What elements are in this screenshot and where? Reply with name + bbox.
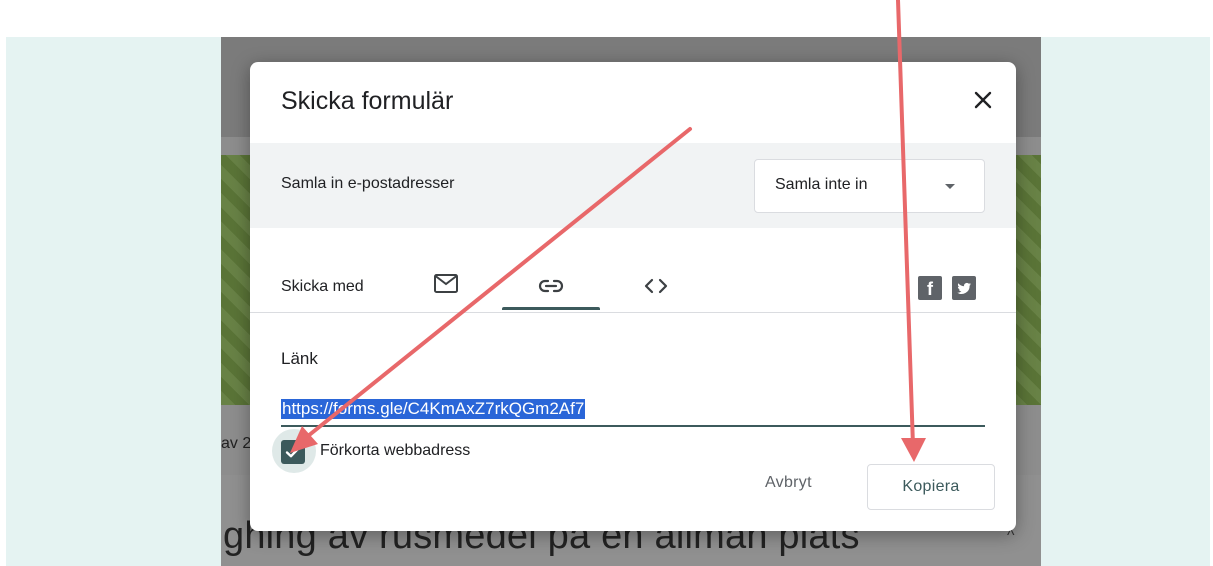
link-heading: Länk xyxy=(281,349,318,368)
background-text: av 2 xyxy=(221,435,252,452)
collect-emails-label: Samla in e-postadresser xyxy=(281,175,455,192)
mail-icon xyxy=(434,274,458,293)
active-tab-indicator xyxy=(502,307,600,310)
link-icon xyxy=(538,279,564,293)
checkmark-icon xyxy=(285,446,301,458)
send-form-dialog: Skicka formulär Samla in e-postadresser … xyxy=(250,62,1016,531)
twitter-icon[interactable] xyxy=(952,276,976,300)
facebook-icon[interactable]: f xyxy=(918,276,942,300)
tab-link[interactable] xyxy=(502,260,600,312)
close-icon[interactable] xyxy=(967,84,999,116)
collect-emails-select[interactable]: Samla inte in xyxy=(754,159,985,213)
chevron-down-icon xyxy=(945,184,955,189)
shorten-url-checkbox-focus-ring xyxy=(272,429,316,473)
shorten-url-label: Förkorta webbadress xyxy=(320,442,471,459)
code-icon xyxy=(644,278,668,294)
shorten-url-checkbox[interactable] xyxy=(281,440,305,464)
tabs-divider xyxy=(250,312,1016,313)
tab-embed-html[interactable] xyxy=(640,260,672,312)
copy-button-label: Kopiera xyxy=(902,478,960,495)
collect-emails-row: Samla in e-postadresser Samla inte in xyxy=(250,143,1016,228)
cancel-button[interactable]: Avbryt xyxy=(765,474,812,492)
collect-emails-selected-value: Samla inte in xyxy=(775,176,868,193)
send-via-label: Skicka med xyxy=(281,278,364,295)
copy-button[interactable]: Kopiera xyxy=(867,464,995,510)
link-url-field[interactable]: https://forms.gle/C4KmAxZ7rkQGm2Af7 xyxy=(281,399,985,427)
link-url-selected-text: https://forms.gle/C4KmAxZ7rkQGm2Af7 xyxy=(281,399,586,419)
dialog-title: Skicka formulär xyxy=(281,87,454,115)
tab-email[interactable] xyxy=(430,260,462,312)
